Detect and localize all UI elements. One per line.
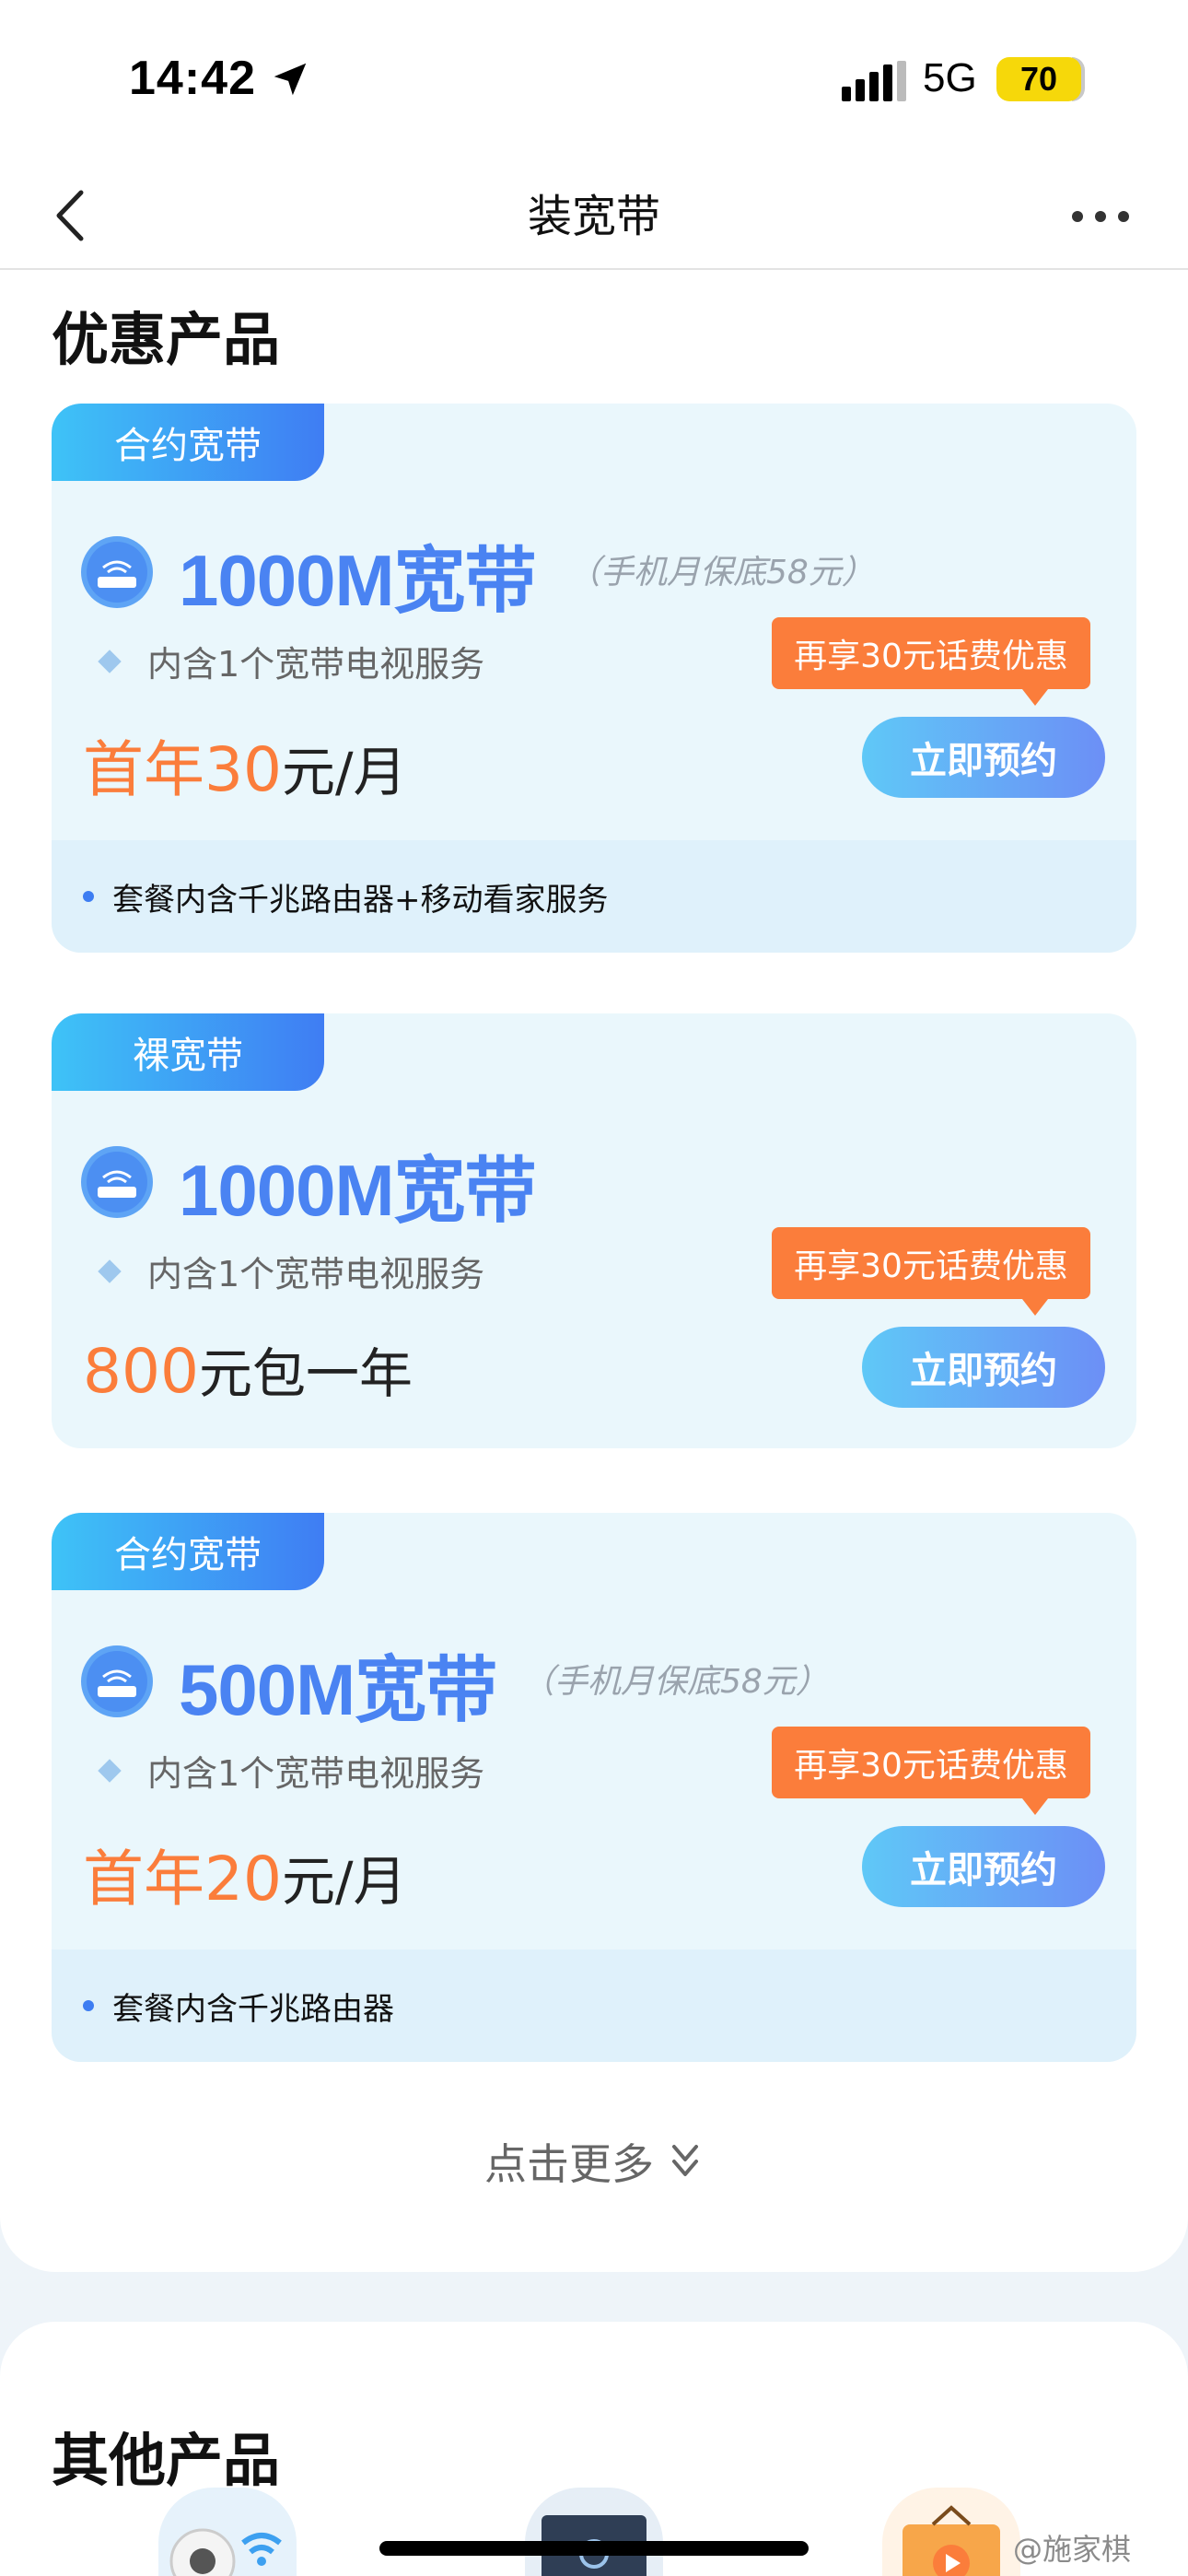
diamond-bullet-icon bbox=[98, 1259, 122, 1283]
section-title-other: 其他产品 bbox=[52, 2427, 281, 2494]
nav-bar: 装宽带 bbox=[0, 161, 1188, 270]
reserve-button[interactable]: 立即预约 bbox=[862, 1826, 1105, 1907]
promo-bubble: 再享30元话费优惠 bbox=[772, 1727, 1090, 1815]
card-tag: 合约宽带 bbox=[52, 404, 324, 481]
diamond-bullet-icon bbox=[98, 1758, 122, 1783]
card-footer: 套餐内含千兆路由器 bbox=[52, 1950, 1136, 2062]
price: 800元包一年 bbox=[83, 1330, 413, 1408]
price-highlight: 首年30 bbox=[83, 734, 282, 805]
camera-wifi-icon bbox=[169, 2528, 282, 2576]
footer-text: 套餐内含千兆路由器 bbox=[112, 1990, 394, 2028]
promo-bubble: 再享30元话费优惠 bbox=[772, 617, 1090, 706]
card-tag: 合约宽带 bbox=[52, 1513, 324, 1590]
battery-indicator: 70 bbox=[996, 57, 1081, 101]
feature-text: 内含1个宽带电视服务 bbox=[147, 1254, 485, 1294]
price-unit: 元/月 bbox=[281, 741, 407, 803]
page-title: 装宽带 bbox=[527, 191, 660, 242]
footer-text: 套餐内含千兆路由器+移动看家服务 bbox=[112, 881, 609, 919]
more-options-icon[interactable] bbox=[1068, 198, 1133, 235]
router-icon bbox=[81, 1146, 153, 1218]
section-title-offers: 优惠产品 bbox=[52, 306, 281, 373]
watermark: @施家棋 bbox=[1013, 2532, 1132, 2567]
promo-bubble: 再享30元话费优惠 bbox=[772, 1227, 1090, 1316]
product-thumb-tv[interactable] bbox=[882, 2488, 1020, 2576]
card-footer: 套餐内含千兆路由器+移动看家服务 bbox=[52, 840, 1136, 953]
card-tag: 裸宽带 bbox=[52, 1013, 324, 1091]
tv-icon bbox=[903, 2505, 1000, 2576]
double-chevron-down-icon bbox=[672, 2145, 698, 2176]
network-label: 5G bbox=[923, 55, 977, 100]
plan-name: 1000M宽带 bbox=[179, 1150, 536, 1231]
feature-row: 内含1个宽带电视服务 bbox=[92, 636, 484, 686]
other-products-panel: 其他产品 bbox=[0, 2322, 1188, 2576]
status-time: 14:42 bbox=[129, 52, 256, 105]
dot-bullet-icon bbox=[83, 2000, 94, 2011]
feature-text: 内含1个宽带电视服务 bbox=[147, 644, 485, 685]
feature-text: 内含1个宽带电视服务 bbox=[147, 1753, 485, 1794]
price-highlight: 800 bbox=[83, 1336, 199, 1407]
reserve-button[interactable]: 立即预约 bbox=[862, 1327, 1105, 1408]
plan-note: （手机月保底58元） bbox=[567, 554, 875, 591]
router-icon bbox=[81, 1645, 153, 1717]
reserve-button[interactable]: 立即预约 bbox=[862, 717, 1105, 798]
product-card[interactable]: 合约宽带 500M宽带 （手机月保底58元） 内含1个宽带电视服务 再享30元话… bbox=[52, 1513, 1136, 2062]
dot-bullet-icon bbox=[83, 891, 94, 902]
price-unit: 元/月 bbox=[281, 1850, 407, 1913]
diamond-bullet-icon bbox=[98, 649, 122, 673]
more-link-label: 点击更多 bbox=[484, 2139, 654, 2189]
tv-box-icon bbox=[542, 2515, 646, 2576]
plan-note: （手机月保底58元） bbox=[521, 1663, 829, 1701]
location-arrow-icon bbox=[274, 63, 307, 96]
feature-row: 内含1个宽带电视服务 bbox=[92, 1246, 484, 1296]
product-card[interactable]: 合约宽带 1000M宽带 （手机月保底58元） 内含1个宽带电视服务 再享30元… bbox=[52, 404, 1136, 953]
status-bar: 14:42 5G 70 bbox=[0, 0, 1188, 161]
product-card[interactable]: 裸宽带 1000M宽带 内含1个宽带电视服务 再享30元话费优惠 800元包一年… bbox=[52, 1013, 1136, 1448]
product-thumb-tv-box[interactable] bbox=[525, 2488, 663, 2576]
plan-name: 1000M宽带 bbox=[179, 540, 536, 621]
router-icon bbox=[81, 536, 153, 608]
price-highlight: 首年20 bbox=[83, 1844, 282, 1914]
price: 首年20元/月 bbox=[83, 1830, 407, 1918]
more-link[interactable]: 点击更多 bbox=[0, 2131, 1188, 2192]
plan-name: 500M宽带 bbox=[179, 1649, 497, 1730]
feature-row: 内含1个宽带电视服务 bbox=[92, 1745, 484, 1796]
signal-icon bbox=[842, 61, 906, 101]
product-thumb-camera[interactable] bbox=[158, 2488, 297, 2576]
home-indicator bbox=[379, 2541, 809, 2556]
price: 首年30元/月 bbox=[83, 720, 407, 809]
price-unit: 元包一年 bbox=[198, 1342, 413, 1405]
